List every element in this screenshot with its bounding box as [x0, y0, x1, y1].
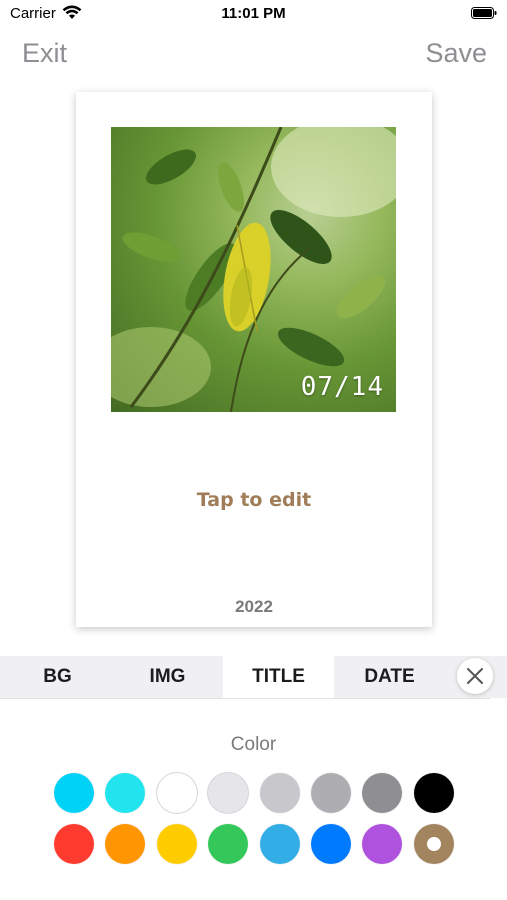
tab-divider [0, 698, 490, 699]
photo-date: 07/14 [300, 372, 384, 402]
save-button[interactable]: Save [425, 38, 487, 69]
color-swatch[interactable] [156, 824, 197, 864]
card-title[interactable]: Tap to edit [76, 489, 432, 511]
color-swatch[interactable] [54, 824, 94, 864]
tab-date[interactable]: DATE [334, 656, 445, 698]
close-button[interactable] [457, 658, 493, 694]
exit-button[interactable]: Exit [22, 38, 67, 69]
color-section-label: Color [230, 734, 277, 755]
color-swatch[interactable] [156, 773, 197, 813]
color-swatch[interactable] [105, 773, 146, 813]
color-swatch[interactable] [362, 773, 403, 813]
status-time: 11:01 PM [221, 5, 286, 22]
color-swatch[interactable] [208, 773, 249, 813]
tab-bg[interactable]: BG [2, 656, 113, 698]
color-swatch[interactable] [259, 824, 300, 864]
card-photo[interactable]: 07/14 [111, 127, 396, 412]
color-swatch[interactable] [362, 824, 403, 864]
color-swatch[interactable] [311, 773, 351, 813]
color-swatch[interactable] [208, 824, 249, 864]
card-preview: 07/14 Tap to edit 2022 [76, 92, 432, 627]
edit-tab-bar: BG IMG TITLE DATE [0, 656, 507, 698]
selected-indicator-icon [426, 837, 441, 851]
card-year: 2022 [235, 597, 273, 616]
close-icon [467, 668, 483, 684]
color-swatch[interactable] [54, 773, 94, 813]
tab-title[interactable]: TITLE [223, 656, 334, 698]
leaf-photo-image [111, 127, 396, 412]
color-swatch[interactable] [105, 824, 146, 864]
color-swatch[interactable] [413, 773, 454, 813]
status-bar: Carrier 11:01 PM [0, 0, 507, 30]
tab-img[interactable]: IMG [112, 656, 223, 698]
color-swatch[interactable] [413, 824, 454, 864]
color-swatch[interactable] [259, 773, 300, 813]
color-swatch[interactable] [311, 824, 351, 864]
battery-icon [471, 7, 497, 19]
